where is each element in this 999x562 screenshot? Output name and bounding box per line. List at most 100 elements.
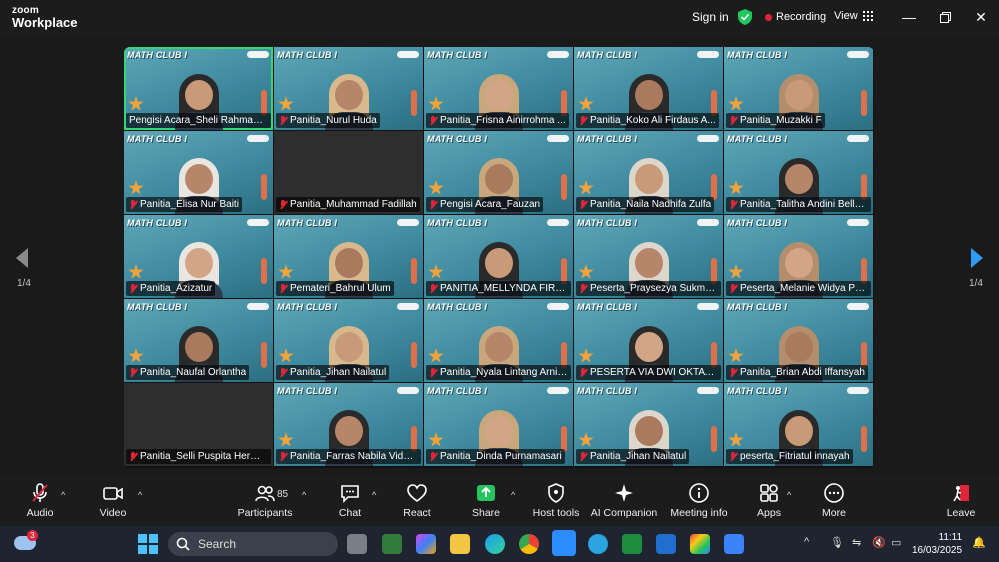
participants-options-chevron-icon[interactable]: ^ (302, 490, 306, 500)
participant-tile[interactable]: MATH CLUB I Panitia_Jihan Nailatul (574, 383, 723, 466)
copilot-icon[interactable] (416, 534, 436, 554)
apps-icon (760, 484, 778, 502)
chat-bubble-icon (341, 485, 359, 503)
more-dots-icon (824, 483, 844, 503)
participant-tile[interactable]: MATH CLUB I Pengisi Acara_Fauzan (424, 131, 573, 214)
meeting-info-button[interactable]: Meeting info (664, 482, 734, 526)
participants-label: Participants (237, 507, 293, 519)
recording-indicator[interactable]: Recording (765, 11, 826, 23)
participant-tile[interactable]: MATH CLUB I PANITIA_MELLYNDA FIRDIA... (424, 215, 573, 298)
participant-tile[interactable]: MATH CLUB I Panitia_Naufal Orlantha (124, 299, 273, 382)
tile-banner: MATH CLUB I (427, 218, 488, 228)
participant-tile[interactable]: MATH CLUB I Panitia_Talitha Andini Bella … (724, 131, 873, 214)
next-page-icon[interactable] (967, 246, 987, 270)
participant-tile[interactable]: MATH CLUB I Panitia_Naila Nadhifa Zulfa (574, 131, 723, 214)
participant-tile[interactable]: MATH CLUB I Panitia_Nyala Lintang Arni P.… (424, 299, 573, 382)
share-options-chevron-icon[interactable]: ^ (511, 490, 515, 500)
view-button[interactable]: View (834, 10, 873, 22)
participant-name-tag: Panitia_Muzakki F (726, 113, 825, 128)
tile-banner: MATH CLUB I (277, 218, 338, 228)
participant-tile[interactable]: MATH CLUB I Panitia_Dinda Purnamasari (424, 383, 573, 466)
participant-name-tag: Pemateri_Bahrul Ulum (276, 281, 394, 296)
leave-button[interactable]: Leave (926, 482, 996, 526)
windows-start-icon[interactable] (138, 534, 158, 554)
sign-in-link[interactable]: Sign in (692, 10, 729, 24)
zoom-app-icon[interactable] (552, 530, 576, 556)
tile-banner: MATH CLUB I (577, 386, 638, 396)
chrome-icon[interactable] (519, 534, 539, 554)
participant-tile[interactable]: MATH CLUB I Panitia_Koko Ali Firdaus A... (574, 47, 723, 130)
participant-tile[interactable]: MATH CLUB I Panitia_Brian Abdi Iffansyah (724, 299, 873, 382)
view-label: View (834, 10, 858, 22)
participant-tile[interactable]: MATH CLUB I Peserta_Praysezya Sukma Ri... (574, 215, 723, 298)
colorful-app-icon[interactable] (690, 534, 710, 554)
file-explorer-icon[interactable] (450, 534, 470, 554)
participant-tile[interactable]: MATH CLUB I Panitia_Farras Nabila Vidyar.… (274, 383, 423, 466)
participant-tile[interactable]: MATH CLUB I Peserta_Melanie Widya Putri (724, 215, 873, 298)
edge-browser-icon[interactable] (485, 534, 505, 554)
participant-name-tag: Panitia_Azizatur (126, 281, 216, 296)
chat-options-chevron-icon[interactable]: ^ (372, 490, 376, 500)
battery-icon[interactable]: ▭ (891, 536, 901, 549)
participants-button[interactable]: Participants (230, 482, 300, 526)
chat-button[interactable]: Chat (315, 482, 385, 526)
taskbar-clock[interactable]: 11:11 16/03/2025 (912, 531, 962, 557)
apps-button[interactable]: Apps (734, 482, 804, 526)
previous-page-icon[interactable] (12, 246, 32, 270)
notification-bell-icon[interactable]: 🔔 (972, 536, 986, 549)
close-icon[interactable]: ✕ (971, 8, 991, 26)
sheets-icon[interactable] (622, 534, 642, 554)
apps-options-chevron-icon[interactable]: ^ (787, 490, 791, 500)
task-view-icon[interactable] (347, 534, 367, 554)
participant-tile[interactable]: MATH CLUB I Panitia_Elisa Nur Baiti (124, 131, 273, 214)
leave-door-icon (953, 485, 969, 502)
shield-check-icon[interactable] (738, 9, 752, 25)
participant-name: Panitia_Naufal Orlantha (140, 367, 247, 378)
network-icon[interactable]: ⇋ (852, 536, 861, 549)
mic-muted-icon (729, 451, 737, 462)
taskbar-search[interactable]: Search (168, 532, 338, 556)
tile-banner: MATH CLUB I (427, 302, 488, 312)
participant-name-tag: Panitia_Talitha Andini Bella ... (726, 197, 871, 212)
volume-muted-icon[interactable]: 🔇 (872, 536, 886, 549)
host-tools-button[interactable]: Host tools (521, 482, 591, 526)
tile-badge-icon (547, 303, 569, 310)
store-icon[interactable] (382, 534, 402, 554)
telegram-icon[interactable] (588, 534, 608, 554)
microphone-tray-icon[interactable]: 🎙 (830, 536, 844, 549)
participant-tile[interactable]: MATH CLUB I Pengisi Acara_Sheli Rahmadina (124, 47, 273, 130)
participant-tile[interactable]: Panitia_Muhammad Fadillah (274, 131, 423, 214)
minimize-icon[interactable]: — (899, 8, 919, 26)
show-hidden-icons-chevron-icon[interactable]: ^ (804, 536, 809, 548)
participant-tile[interactable]: Panitia_Selli Puspita Hermad... (124, 383, 273, 466)
share-button[interactable]: Share (451, 482, 521, 526)
participant-tile[interactable]: MATH CLUB I Panitia_Jihan Nailatul (274, 299, 423, 382)
ai-companion-button[interactable]: AI Companion (589, 482, 659, 526)
participant-tile[interactable]: MATH CLUB I Panitia_Frisna Ainirrohma ... (424, 47, 573, 130)
paint-app-icon[interactable] (724, 534, 744, 554)
audio-button[interactable]: Audio (5, 482, 75, 526)
participant-name: Panitia_Nyala Lintang Arni P... (440, 367, 568, 378)
logo-line2: Workplace (12, 15, 78, 30)
video-button[interactable]: Video (78, 482, 148, 526)
tile-banner: MATH CLUB I (727, 134, 788, 144)
video-options-chevron-icon[interactable]: ^ (138, 490, 142, 500)
react-button[interactable]: React (382, 482, 452, 526)
participant-tile[interactable]: MATH CLUB I Panitia_Nurul Huda (274, 47, 423, 130)
participant-tile[interactable]: MATH CLUB I PESERTA VIA DWI OKTAVIYA... (574, 299, 723, 382)
react-label: React (403, 507, 431, 519)
more-button[interactable]: More (799, 482, 869, 526)
mic-muted-icon (429, 367, 437, 378)
tile-badge-icon (847, 135, 869, 142)
participant-tile[interactable]: MATH CLUB I Panitia_Muzakki F (724, 47, 873, 130)
participant-tile[interactable]: MATH CLUB I Pemateri_Bahrul Ulum (274, 215, 423, 298)
participant-name: Panitia_Brian Abdi Iffansyah (740, 367, 865, 378)
mic-muted-icon (279, 199, 287, 210)
tile-badge-icon (847, 303, 869, 310)
vscode-icon[interactable] (656, 534, 676, 554)
title-bar: zoom Workplace Sign in Recording View — … (0, 0, 999, 36)
audio-options-chevron-icon[interactable]: ^ (61, 490, 65, 500)
participant-tile[interactable]: MATH CLUB I Panitia_Azizatur (124, 215, 273, 298)
participant-tile[interactable]: MATH CLUB I peserta_Fitriatul innayah (724, 383, 873, 466)
maximize-icon[interactable] (935, 8, 955, 26)
